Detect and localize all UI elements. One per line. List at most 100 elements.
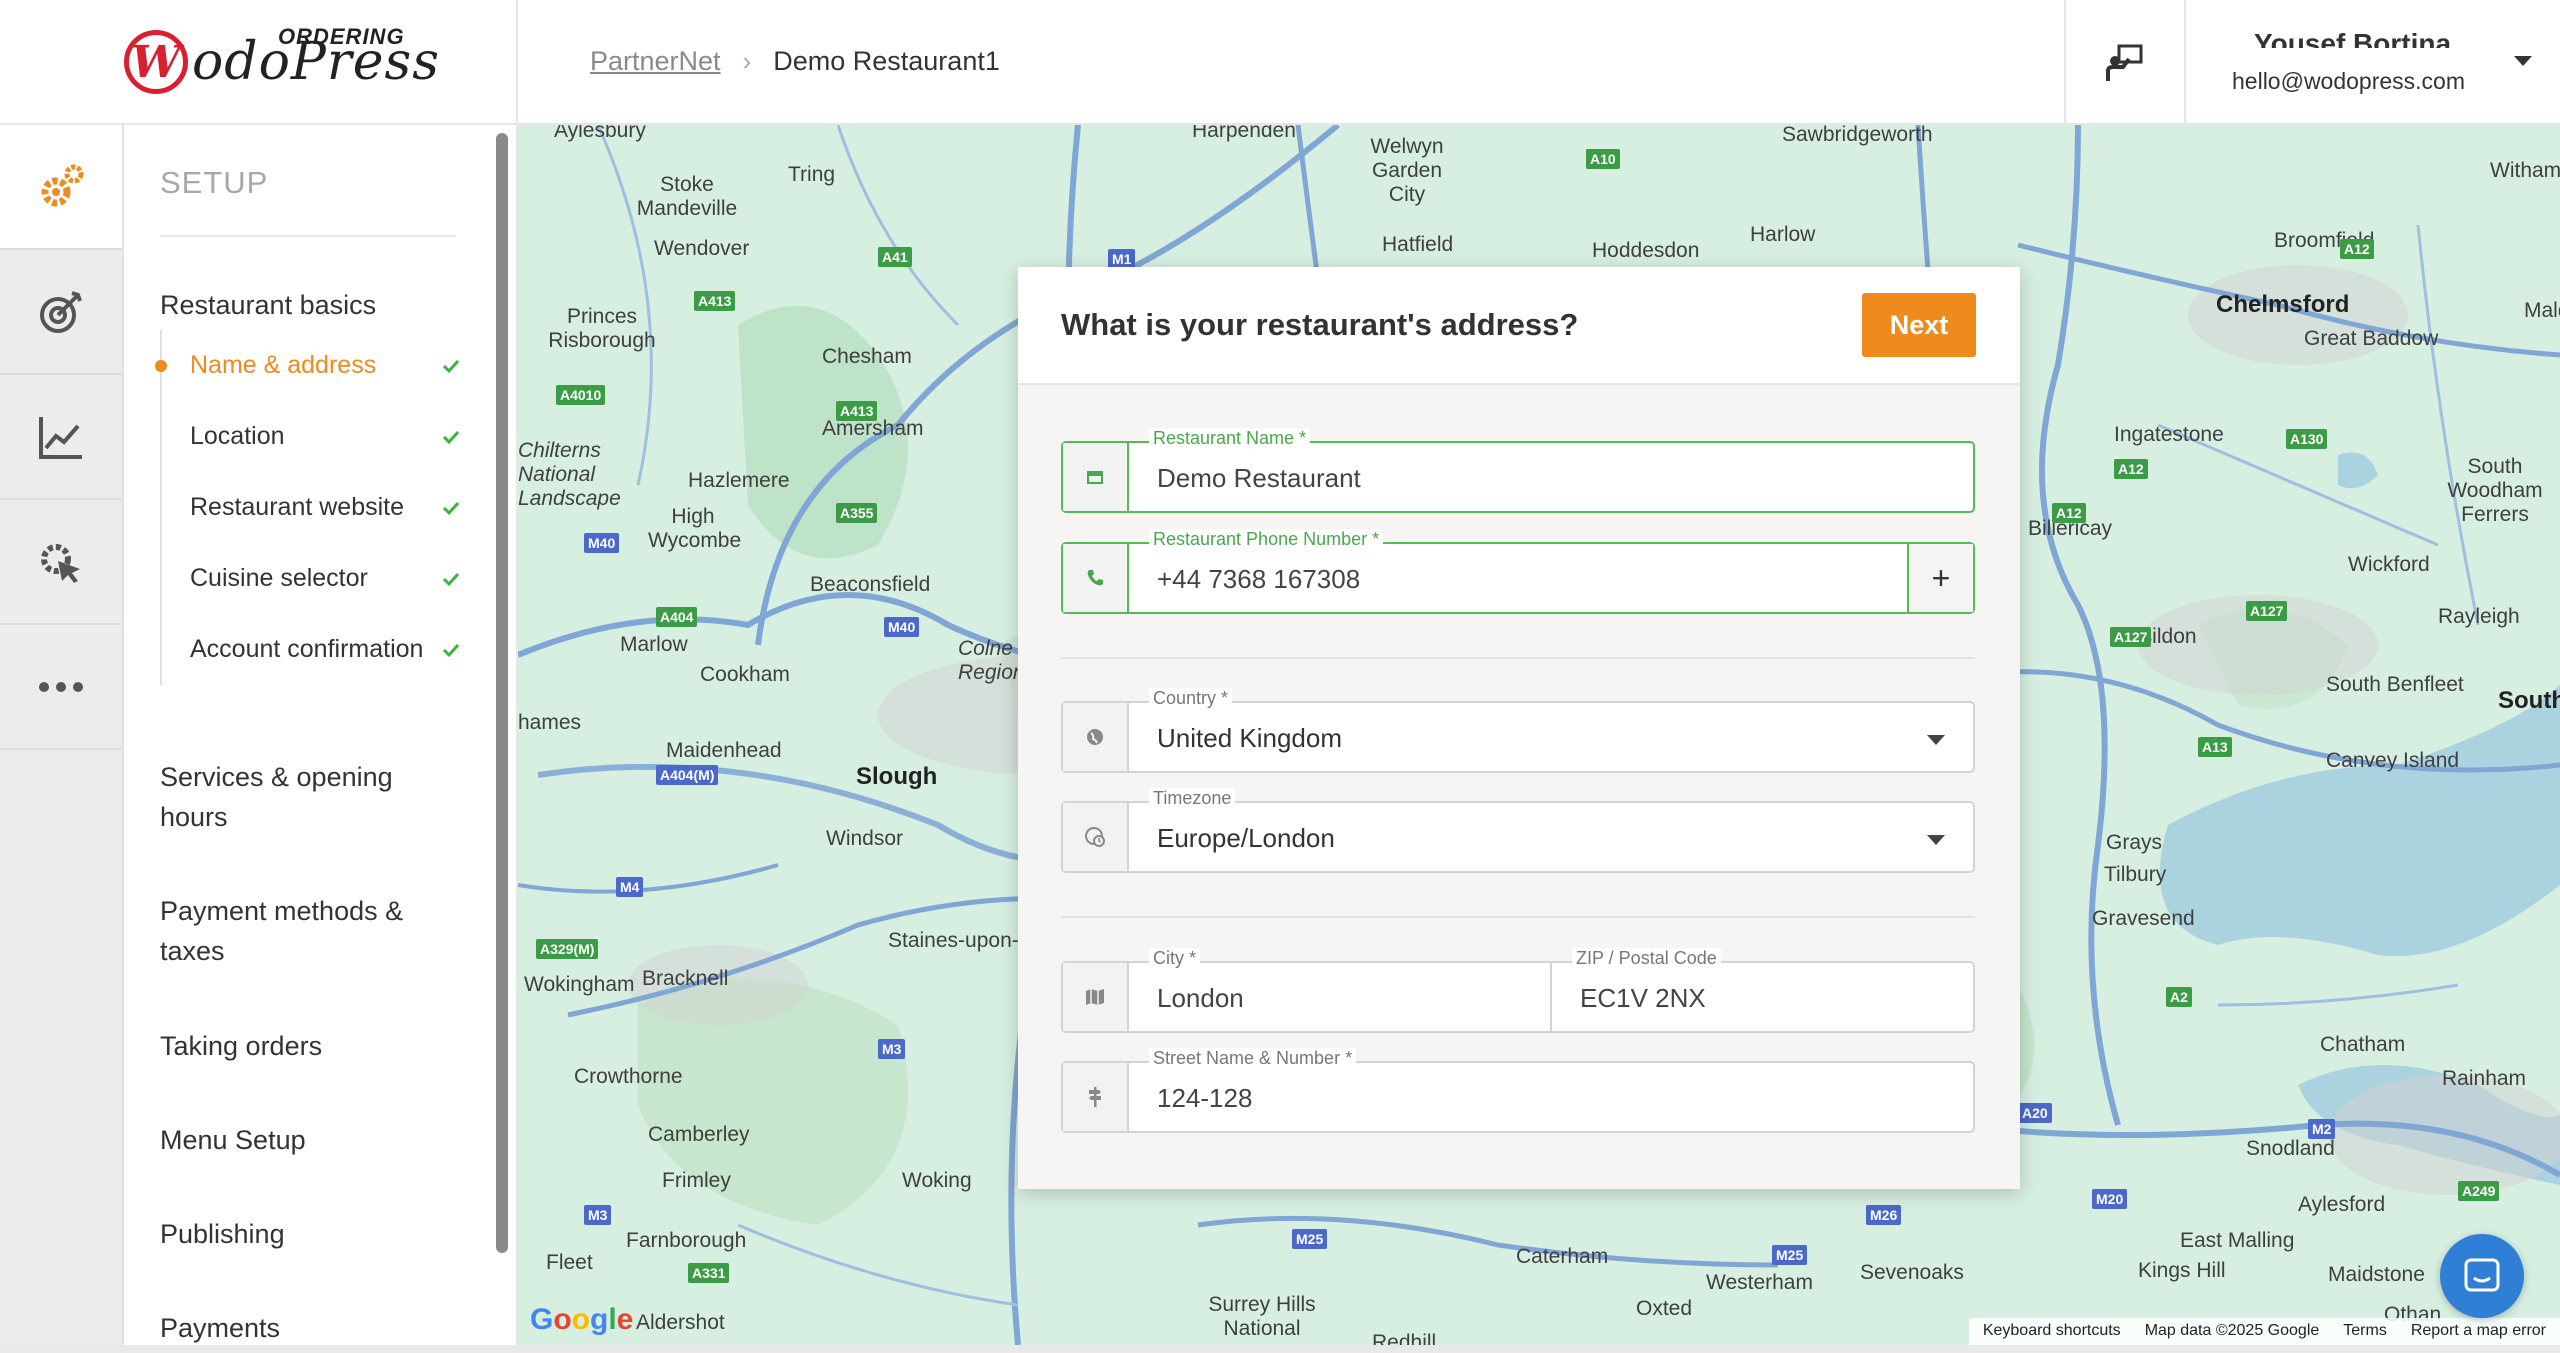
street-input[interactable]: Street Name & Number * 124-128 [1129, 1048, 1973, 1131]
street-field[interactable]: Street Name & Number * 124-128 [1061, 1048, 1975, 1133]
timezone-select[interactable]: Timezone Europe/London [1061, 788, 1975, 873]
map-place-label: South [2498, 687, 2560, 714]
field-value: London [1157, 983, 1244, 1013]
restaurant-name-field[interactable]: Restaurant Name * Demo Restaurant [1061, 428, 1975, 513]
step-location[interactable]: Location [162, 401, 460, 472]
presenter-help-icon [2106, 44, 2143, 81]
sidebar-section-services[interactable]: Services & opening hours [160, 757, 440, 837]
map-place-label: Wokingham [524, 973, 635, 996]
sidebar-section-restaurant-basics[interactable]: Restaurant basics [160, 285, 440, 325]
divider [160, 235, 456, 237]
map-place-label: Witham [2490, 159, 2560, 182]
road-badge: M3 [584, 1205, 612, 1225]
field-label: Restaurant Phone Number * [1149, 529, 1384, 550]
map-place-label: Princes Risborough [548, 305, 656, 352]
rail-marketing[interactable] [0, 250, 122, 375]
caret-down-icon [1927, 735, 1945, 745]
sidebar-title: SETUP [160, 165, 269, 200]
map-place-label: Wendover [654, 237, 750, 260]
map-place-label: Tring [788, 163, 836, 186]
breadcrumb-partnernet-link[interactable]: PartnerNet [590, 46, 721, 77]
map-place-label: Camberley [648, 1123, 750, 1146]
restaurant-basics-steps: Name & address Location Restaurant websi… [155, 330, 460, 685]
field-value: Europe/London [1157, 823, 1335, 853]
next-button[interactable]: Next [1862, 293, 1976, 357]
rail-automation[interactable] [0, 500, 122, 625]
map-place-label: Gravesend [2092, 907, 2195, 930]
sidebar-section-publishing[interactable]: Publishing [160, 1214, 440, 1254]
check-icon [442, 572, 460, 586]
caret-down-icon [2514, 56, 2532, 66]
field-value: +44 7368 167308 [1157, 564, 1361, 594]
map-place-label: Harpenden [1192, 125, 1296, 142]
zip-input[interactable]: ZIP / Postal Code EC1V 2NX [1552, 948, 1973, 1031]
road-badge: M4 [616, 877, 644, 897]
road-badge: A12 [2052, 503, 2086, 523]
restaurant-phone-input[interactable]: Restaurant Phone Number * +44 7368 16730… [1129, 529, 1907, 612]
map-place-label: Woking [902, 1169, 972, 1192]
map-place-label: Snodland [2246, 1137, 2335, 1160]
road-badge: A20 [2018, 1103, 2052, 1123]
user-menu[interactable]: Yousef Bortina hello@wodopress.com [2186, 0, 2560, 125]
sidebar-section-payments[interactable]: Payments [160, 1308, 440, 1348]
chat-launcher-button[interactable] [2440, 1234, 2524, 1318]
map-place-label: Rayleigh [2438, 605, 2520, 628]
globe-clock-icon [1063, 803, 1129, 871]
map-place-label: Maidenhead [666, 739, 782, 762]
map-place-label: Oxted [1636, 1297, 1693, 1320]
map-place-label: High Wycombe [648, 505, 742, 552]
globe-icon [1063, 703, 1129, 771]
step-cuisine-selector[interactable]: Cuisine selector [162, 543, 460, 614]
rail-setup[interactable] [0, 125, 122, 250]
road-badge: A41 [878, 247, 912, 267]
store-icon [1063, 443, 1129, 511]
report-map-error-link[interactable]: Report a map error [2411, 1322, 2546, 1342]
restaurant-phone-field[interactable]: Restaurant Phone Number * +44 7368 16730… [1061, 529, 1975, 614]
map-place-label: Cookham [700, 663, 790, 686]
rail-reports[interactable] [0, 375, 122, 500]
field-label: City * [1149, 948, 1201, 969]
phone-icon [1063, 544, 1129, 612]
step-account-confirmation[interactable]: Account confirmation [162, 614, 460, 685]
road-badge: A13 [2198, 737, 2232, 757]
add-phone-button[interactable]: + [1907, 544, 1973, 612]
map-place-label: Wickford [2348, 553, 2430, 576]
more-dots-icon [39, 681, 83, 692]
city-input[interactable]: City * London [1129, 948, 1552, 1031]
step-name-address[interactable]: Name & address [155, 330, 460, 401]
user-email: hello@wodopress.com [2232, 68, 2466, 94]
map-place-label: East Malling [2180, 1229, 2295, 1252]
map-place-label: Staines-upon- [888, 929, 1019, 952]
caret-down-icon [1927, 835, 1945, 845]
sidebar-scrollbar[interactable] [496, 133, 508, 1253]
sidebar-section-taking-orders[interactable]: Taking orders [160, 1026, 440, 1066]
top-bar: ORDERING W odoPress PartnerNet › Demo Re… [0, 0, 2560, 125]
map-place-label: Surrey Hills National [1208, 1293, 1316, 1340]
map-icon [1063, 963, 1129, 1031]
map-place-label: Windsor [826, 827, 904, 850]
logo[interactable]: ORDERING W odoPress [0, 0, 518, 125]
map-place-label: South Woodham Ferrers [2447, 455, 2543, 526]
map-place-label: Maidstone [2328, 1263, 2425, 1286]
chevron-right-icon: › [742, 46, 752, 76]
step-restaurant-website[interactable]: Restaurant website [162, 472, 460, 543]
road-badge: M40 [584, 533, 620, 553]
sidebar-section-menu-setup[interactable]: Menu Setup [160, 1120, 440, 1160]
road-badge: M26 [1866, 1205, 1902, 1225]
keyboard-shortcuts-link[interactable]: Keyboard shortcuts [1983, 1322, 2121, 1342]
signpost-icon [1063, 1063, 1129, 1131]
terms-link[interactable]: Terms [2343, 1322, 2387, 1342]
country-select[interactable]: Country * United Kingdom [1061, 688, 1975, 773]
map-footer: Keyboard shortcuts Map data ©2025 Google… [1968, 1318, 2560, 1345]
breadcrumb: PartnerNet › Demo Restaurant1 [590, 46, 1000, 77]
road-badge: M25 [1772, 1245, 1808, 1265]
field-label: Country * [1149, 688, 1233, 709]
modal-header: What is your restaurant's address? Next [1018, 267, 2020, 385]
chart-line-icon [39, 416, 82, 459]
rail-more[interactable] [0, 625, 122, 750]
breadcrumb-current: Demo Restaurant1 [773, 46, 1000, 76]
restaurant-name-input[interactable]: Restaurant Name * Demo Restaurant [1129, 428, 1973, 511]
setup-sidebar: SETUP Restaurant basics Name & address L… [124, 125, 518, 1353]
help-button[interactable] [2064, 0, 2186, 125]
sidebar-section-payment-methods[interactable]: Payment methods & taxes [160, 891, 440, 971]
